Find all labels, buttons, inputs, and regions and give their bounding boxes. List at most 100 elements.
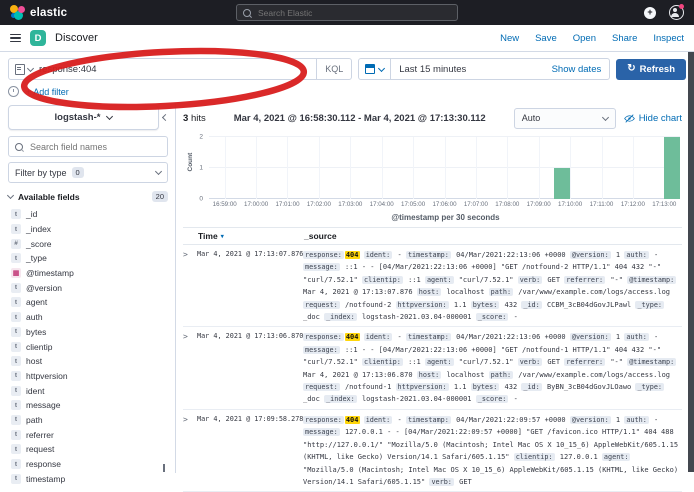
document-row: >Mar 4, 2021 @ 17:13:06.870response:404 … xyxy=(183,327,682,409)
show-dates-button[interactable]: Show dates xyxy=(544,64,610,75)
row-expand-icon[interactable]: > xyxy=(183,331,197,405)
field-key-chip: agent: xyxy=(602,453,631,461)
x-tick-label: 17:05:00 xyxy=(401,201,425,208)
collapse-sidebar-icon[interactable] xyxy=(163,115,168,120)
field-key-chip: host: xyxy=(417,371,441,379)
field-item-timestamp[interactable]: ▦@timestamp xyxy=(8,266,168,281)
field-item-_type[interactable]: t_type xyxy=(8,251,168,266)
histogram-bar[interactable] xyxy=(664,137,680,199)
field-name: auth xyxy=(26,312,43,322)
refresh-label: Refresh xyxy=(640,64,675,75)
text-field-icon: t xyxy=(11,209,21,219)
menu-icon[interactable] xyxy=(10,34,21,43)
field-list: t _id t_index#_scoret_type▦@timestampt@ver… xyxy=(8,207,168,486)
x-tick-label: 17:13:00 xyxy=(652,201,676,208)
scrollbar[interactable] xyxy=(688,52,694,472)
query-input[interactable]: response:404 KQL xyxy=(8,58,352,80)
field-item-message[interactable]: tmessage xyxy=(8,398,168,413)
row-timestamp: Mar 4, 2021 @ 17:09:58.278 xyxy=(197,414,303,488)
field-item-request[interactable]: trequest xyxy=(8,442,168,457)
hits-count: 3 hits xyxy=(183,113,206,124)
field-item-auth[interactable]: tauth xyxy=(8,310,168,325)
field-item-_score[interactable]: #_score xyxy=(8,236,168,251)
text-field-icon: t xyxy=(11,386,21,396)
histogram-chart: Count 012 xyxy=(183,137,682,199)
sort-desc-icon: ▾ xyxy=(221,233,224,240)
field-item-ident[interactable]: tident xyxy=(8,383,168,398)
field-item-path[interactable]: tpath xyxy=(8,413,168,428)
field-item-agent[interactable]: tagent xyxy=(8,295,168,310)
action-new[interactable]: New xyxy=(500,33,519,44)
date-quick-select[interactable] xyxy=(359,59,391,79)
histogram-bar[interactable] xyxy=(554,168,570,199)
filter-count-badge: 0 xyxy=(72,167,84,178)
time-column-header[interactable]: Time ▾ xyxy=(198,231,304,241)
refresh-icon: ↻ xyxy=(627,64,635,74)
field-item-timestamp[interactable]: ttimestamp xyxy=(8,471,168,486)
index-pattern-select[interactable]: logstash-* xyxy=(8,105,159,130)
field-item-_index[interactable]: t_index xyxy=(8,222,168,237)
query-text[interactable]: response:404 xyxy=(39,64,316,75)
action-open[interactable]: Open xyxy=(573,33,596,44)
field-name: response xyxy=(26,459,61,469)
eye-off-icon xyxy=(624,113,635,124)
available-fields-header[interactable]: Available fields 20 xyxy=(8,191,168,202)
field-key-chip: ident: xyxy=(364,416,393,424)
field-search[interactable] xyxy=(8,136,168,157)
field-key-chip: path: xyxy=(489,371,513,379)
row-expand-icon[interactable]: > xyxy=(183,249,197,323)
action-save[interactable]: Save xyxy=(535,33,557,44)
field-name: ident xyxy=(26,386,44,396)
field-item-bytes[interactable]: tbytes xyxy=(8,325,168,340)
user-avatar[interactable] xyxy=(669,5,684,20)
field-key-chip: _score: xyxy=(476,395,509,403)
calendar-icon xyxy=(365,64,375,74)
hide-chart-button[interactable]: Hide chart xyxy=(624,113,682,124)
chevron-down-icon xyxy=(378,64,385,71)
field-item-host[interactable]: thost xyxy=(8,354,168,369)
row-expand-icon[interactable]: > xyxy=(183,414,197,488)
field-key-chip: _id: xyxy=(521,301,541,309)
add-filter-button[interactable]: + Add filter xyxy=(26,87,69,97)
text-field-icon: t xyxy=(11,224,21,234)
query-language-button[interactable]: KQL xyxy=(316,59,351,79)
saved-query-menu[interactable] xyxy=(9,64,39,75)
highlight-value: 404 xyxy=(345,251,360,259)
field-name: _score xyxy=(26,239,52,249)
query-bar: response:404 KQL Last 15 minutes Show da… xyxy=(0,52,694,84)
field-name: host xyxy=(26,356,42,366)
field-key-chip: @timestamp: xyxy=(627,358,676,366)
hits-row: 3 hits Mar 4, 2021 @ 16:58:30.112 - Mar … xyxy=(183,106,682,130)
field-item-response[interactable]: tresponse xyxy=(8,457,168,472)
field-search-input[interactable] xyxy=(28,141,161,153)
action-share[interactable]: Share xyxy=(612,33,637,44)
field-item-clientip[interactable]: tclientip xyxy=(8,339,168,354)
x-tick-label: 17:10:00 xyxy=(558,201,582,208)
field-key-chip: @version: xyxy=(570,416,611,424)
field-item-httpversion[interactable]: thttpversion xyxy=(8,369,168,384)
x-tick-label: 17:01:00 xyxy=(275,201,299,208)
global-search[interactable] xyxy=(236,4,458,21)
field-key-chip: host: xyxy=(417,288,441,296)
fields-sidebar: logstash-* Filter by type 0 Available fi… xyxy=(0,103,175,473)
field-name: _id xyxy=(26,209,37,219)
field-item-referrer[interactable]: treferrer xyxy=(8,427,168,442)
field-key-chip: request: xyxy=(303,383,340,391)
field-item-_id[interactable]: t _id xyxy=(8,207,168,222)
global-search-input[interactable] xyxy=(256,7,451,19)
filter-row: + Add filter xyxy=(0,84,694,103)
action-inspect[interactable]: Inspect xyxy=(653,33,684,44)
interval-select[interactable]: Auto xyxy=(514,108,616,129)
field-key-chip: bytes: xyxy=(471,383,500,391)
filter-by-type[interactable]: Filter by type 0 xyxy=(8,162,168,183)
filter-history-icon[interactable] xyxy=(8,86,19,97)
discover-main: 3 hits Mar 4, 2021 @ 16:58:30.112 - Mar … xyxy=(175,103,686,473)
row-source: response:404 ident: - timestamp: 04/Mar/… xyxy=(303,331,682,405)
field-key-chip: _index: xyxy=(324,395,357,403)
refresh-button[interactable]: ↻ Refresh xyxy=(616,59,686,80)
help-icon[interactable]: + xyxy=(644,7,656,19)
filter-by-type-label: Filter by type xyxy=(15,168,67,178)
x-gridline xyxy=(507,137,508,199)
field-item-version[interactable]: t@version xyxy=(8,280,168,295)
time-range-value[interactable]: Last 15 minutes xyxy=(391,64,474,75)
